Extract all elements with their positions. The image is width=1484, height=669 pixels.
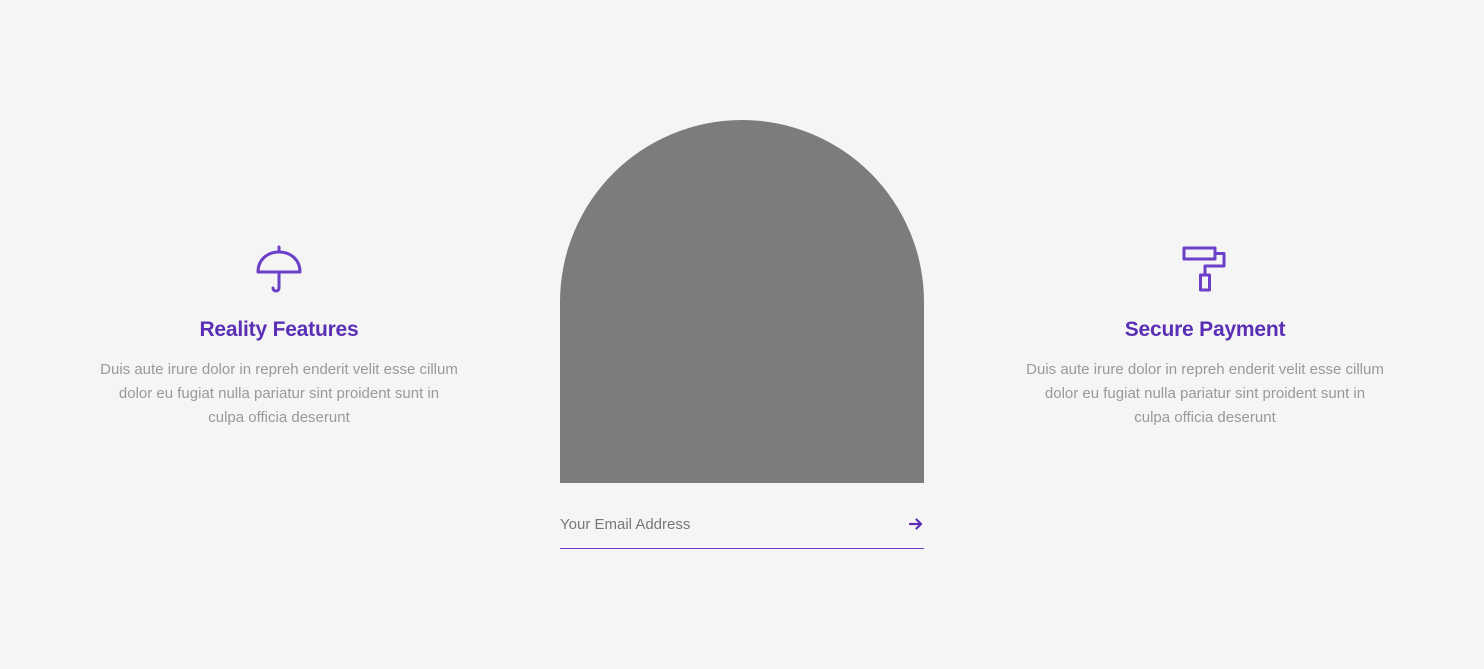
feature-reality: Reality Features Duis aute irure dolor i… [99,244,459,430]
arrow-right-icon [908,518,923,530]
newsletter-form [560,500,924,549]
umbrella-icon [256,245,302,293]
subscribe-submit-button[interactable] [900,512,924,536]
feature-title: Reality Features [199,318,359,341]
email-input[interactable] [560,506,900,542]
feature-title: Secure Payment [1124,318,1286,341]
featured-image-placeholder [560,120,924,483]
feature-description: Duis aute irure dolor in repreh enderit … [100,361,458,426]
paint-roller-icon [1182,246,1226,292]
feature-secure-payment: Secure Payment Duis aute irure dolor in … [1025,244,1385,430]
feature-description: Duis aute irure dolor in repreh enderit … [1026,361,1384,426]
